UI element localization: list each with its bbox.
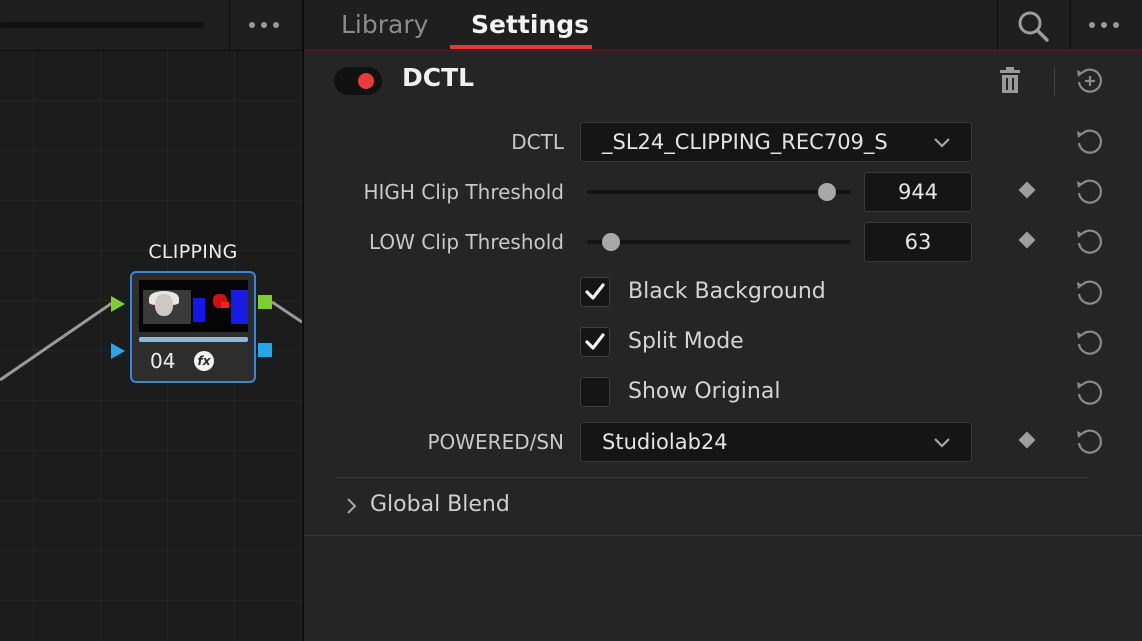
- keyframe-diamond-icon[interactable]: [1018, 231, 1036, 249]
- reset-icon[interactable]: [1074, 277, 1106, 313]
- black-background-label[interactable]: Black Background: [628, 273, 826, 311]
- show-original-row: Show Original: [304, 373, 1142, 413]
- node-thumbnail: [139, 280, 248, 332]
- node-title: CLIPPING: [148, 241, 238, 263]
- reset-icon[interactable]: [1074, 327, 1106, 363]
- powered-select-value: Studiolab24: [602, 430, 728, 454]
- reset-icon[interactable]: [1074, 126, 1106, 162]
- node-input-alpha-port[interactable]: [111, 343, 125, 359]
- header-divider: [1054, 67, 1055, 95]
- powered-select[interactable]: Studiolab24: [580, 422, 972, 462]
- high-clip-value[interactable]: 944: [864, 172, 972, 212]
- node-output-rgb-port[interactable]: [258, 295, 272, 309]
- checkmark-icon: [585, 283, 605, 300]
- tab-library[interactable]: Library: [341, 0, 428, 50]
- fx-badge-icon: fx: [194, 351, 214, 371]
- keyframe-diamond-icon[interactable]: [1018, 181, 1036, 199]
- high-clip-slider[interactable]: [587, 183, 851, 201]
- tabbar-divider: [1070, 0, 1071, 50]
- node-editor[interactable]: CLIPPING 04 fx: [0, 0, 302, 641]
- reset-icon[interactable]: [1074, 377, 1106, 413]
- chevron-down-icon: [933, 134, 951, 154]
- section-divider: [304, 535, 1142, 536]
- checkmark-icon: [585, 333, 605, 350]
- chevron-down-icon: [933, 434, 951, 454]
- inspector-more-icon[interactable]: [1089, 0, 1119, 50]
- show-original-label[interactable]: Show Original: [628, 373, 780, 411]
- chevron-right-icon: [346, 497, 358, 519]
- node-editor-toolbar: [0, 0, 302, 51]
- clipping-node[interactable]: 04 fx: [130, 271, 256, 383]
- low-clip-slider[interactable]: [587, 233, 851, 251]
- show-original-checkbox[interactable]: [580, 377, 610, 407]
- low-clip-value[interactable]: 63: [864, 222, 972, 262]
- add-reset-icon[interactable]: [1074, 65, 1106, 101]
- node-more-icon[interactable]: [249, 0, 279, 50]
- black-background-checkbox[interactable]: [580, 277, 610, 307]
- dctl-label: DCTL: [511, 130, 564, 154]
- zoom-slider[interactable]: [0, 22, 204, 28]
- inspector-panel: Library Settings DCTL DCTL _SL24_CLIPPIN…: [304, 0, 1142, 641]
- high-clip-slider-knob[interactable]: [818, 183, 836, 201]
- effect-enable-toggle[interactable]: [334, 67, 382, 95]
- dctl-select[interactable]: _SL24_CLIPPING_REC709_S: [580, 122, 972, 162]
- effect-header: DCTL: [304, 55, 1142, 109]
- low-clip-label: LOW Clip Threshold: [369, 230, 564, 254]
- tab-settings[interactable]: Settings: [471, 0, 589, 50]
- effect-title: DCTL: [402, 63, 475, 92]
- active-tab-indicator: [450, 45, 592, 49]
- node-number: 04: [150, 349, 176, 373]
- split-mode-row: Split Mode: [304, 323, 1142, 363]
- trash-icon[interactable]: [999, 67, 1021, 99]
- reset-icon[interactable]: [1074, 426, 1106, 462]
- node-input-rgb-port[interactable]: [111, 296, 125, 312]
- black-background-row: Black Background: [304, 273, 1142, 313]
- section-divider: [336, 477, 1088, 478]
- powered-label: POWERED/SN: [427, 430, 564, 454]
- tabbar-divider: [997, 0, 998, 50]
- keyframe-diamond-icon[interactable]: [1018, 431, 1036, 449]
- split-mode-label[interactable]: Split Mode: [628, 323, 744, 361]
- global-blend-label: Global Blend: [370, 492, 510, 517]
- search-icon[interactable]: [1016, 9, 1050, 43]
- low-clip-row: LOW Clip Threshold 63: [304, 222, 1142, 262]
- node-output-alpha-port[interactable]: [258, 343, 272, 357]
- reset-icon[interactable]: [1074, 176, 1106, 212]
- low-clip-slider-knob[interactable]: [602, 233, 620, 251]
- high-clip-row: HIGH Clip Threshold 944: [304, 172, 1142, 212]
- split-mode-checkbox[interactable]: [580, 327, 610, 357]
- reset-icon[interactable]: [1074, 226, 1106, 262]
- toolbar-divider: [229, 0, 230, 50]
- powered-row: POWERED/SN Studiolab24: [304, 422, 1142, 462]
- dctl-select-value: _SL24_CLIPPING_REC709_S: [602, 130, 888, 154]
- inspector-tabbar: Library Settings: [304, 0, 1142, 51]
- node-status-bar: [139, 337, 248, 342]
- high-clip-label: HIGH Clip Threshold: [363, 180, 564, 204]
- dctl-row: DCTL _SL24_CLIPPING_REC709_S: [304, 122, 1142, 162]
